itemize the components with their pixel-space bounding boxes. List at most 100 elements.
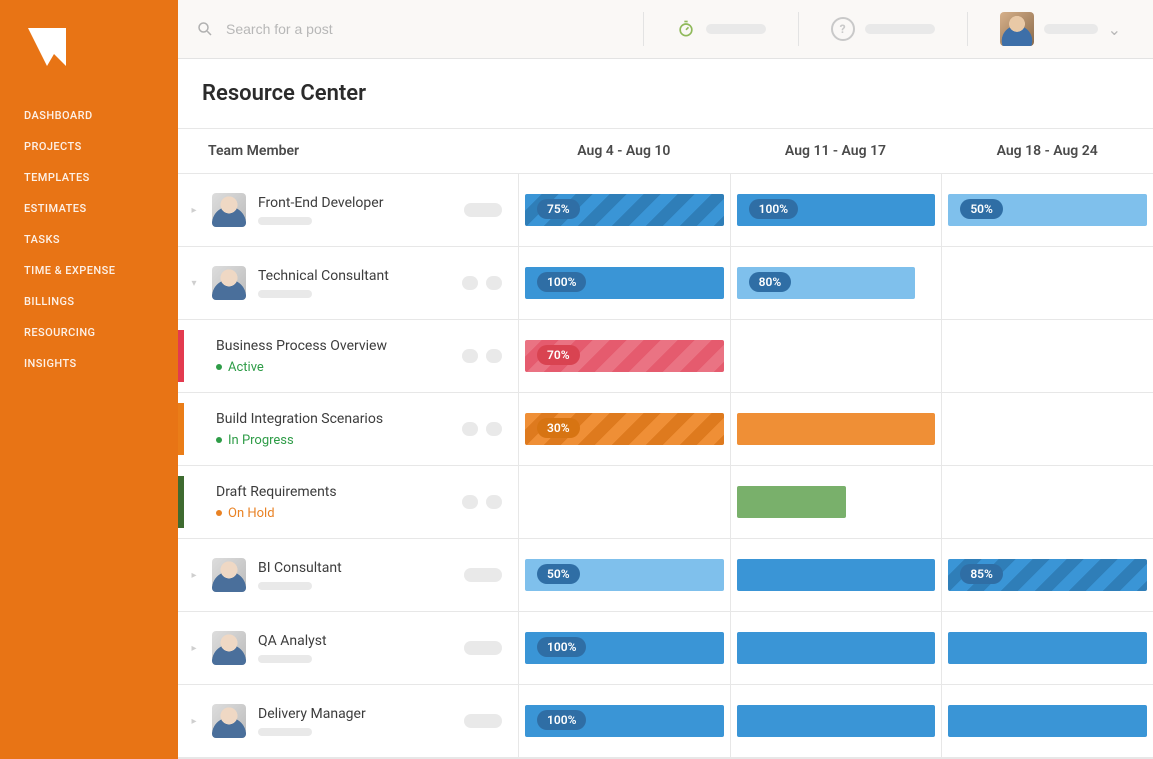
chevron-right-icon[interactable]: ▸	[188, 205, 200, 216]
placeholder-pill	[706, 24, 766, 34]
allocation-bar[interactable]: 50%	[948, 194, 1147, 226]
col-head-name: Team Member	[178, 129, 518, 173]
allocation-bar[interactable]: 30%	[525, 413, 724, 445]
search-input[interactable]	[224, 20, 488, 38]
allocation-bar[interactable]	[737, 486, 846, 518]
placeholder-pill	[464, 641, 502, 655]
member-name-cell[interactable]: ▸ Delivery Manager	[178, 685, 518, 757]
task-name-cell[interactable]: Draft RequirementsOn Hold	[178, 466, 518, 538]
sidebar-item-tasks[interactable]: TASKS	[0, 224, 178, 255]
sidebar-item-dashboard[interactable]: DASHBOARD	[0, 100, 178, 131]
allocation-bar[interactable]: 80%	[737, 267, 916, 299]
timeline-cell	[730, 320, 942, 392]
sidebar-item-billings[interactable]: BILLINGS	[0, 286, 178, 317]
sidebar-item-estimates[interactable]: ESTIMATES	[0, 193, 178, 224]
allocation-bar[interactable]	[948, 632, 1147, 664]
placeholder-pill	[462, 495, 478, 509]
placeholder-pill	[486, 349, 502, 363]
account-chunk[interactable]: ⌄	[986, 12, 1135, 46]
member-name-cell[interactable]: ▸ BI Consultant	[178, 539, 518, 611]
placeholder-pill	[258, 728, 312, 736]
placeholder-pill	[464, 714, 502, 728]
col-head-week-1: Aug 4 - Aug 10	[518, 129, 730, 173]
status-dot-icon	[216, 364, 222, 370]
avatar	[212, 704, 246, 738]
allocation-bar[interactable]: 100%	[525, 705, 724, 737]
placeholder-pill	[258, 582, 312, 590]
chevron-down-icon[interactable]: ▾	[188, 278, 200, 289]
allocation-bar[interactable]	[737, 705, 936, 737]
placeholder-pill	[258, 217, 312, 225]
allocation-bar[interactable]: 50%	[525, 559, 724, 591]
help-chunk[interactable]: ?	[817, 17, 949, 41]
timeline-cell	[730, 612, 942, 684]
status-dot-icon	[216, 437, 222, 443]
accent-bar	[178, 403, 184, 455]
status-text: Active	[228, 360, 264, 375]
page-title: Resource Center	[202, 81, 1153, 106]
resource-row: ▸ Front-End Developer 75% 100% 50%	[178, 174, 1153, 247]
timer-chunk[interactable]	[662, 19, 780, 39]
help-icon: ?	[831, 17, 855, 41]
name-lines: BI Consultant	[258, 560, 452, 590]
timeline-cell: 100%	[518, 685, 730, 757]
status-text: In Progress	[228, 433, 294, 448]
avatar	[1000, 12, 1034, 46]
chevron-right-icon[interactable]: ▸	[188, 570, 200, 581]
allocation-bar[interactable]: 100%	[525, 267, 724, 299]
brand-logo	[24, 24, 70, 70]
page: Resource Center Team Member Aug 4 - Aug …	[178, 59, 1153, 759]
divider	[643, 12, 644, 46]
timeline-cell	[941, 247, 1153, 319]
row-actions	[462, 276, 502, 290]
member-name: Front-End Developer	[258, 195, 452, 211]
member-name-cell[interactable]: ▾ Technical Consultant	[178, 247, 518, 319]
resource-row: ▸ BI Consultant 50% 85%	[178, 539, 1153, 612]
grid-body: ▸ Front-End Developer 75% 100% 50% ▾ Technical…	[178, 174, 1153, 758]
timeline-cell: 30%	[518, 393, 730, 465]
chevron-right-icon[interactable]: ▸	[188, 716, 200, 727]
status: On Hold	[216, 506, 450, 521]
status-text: On Hold	[228, 506, 275, 521]
allocation-bar[interactable]	[737, 559, 936, 591]
row-actions	[464, 203, 502, 217]
row-actions	[462, 495, 502, 509]
name-lines: Draft RequirementsOn Hold	[216, 484, 450, 521]
allocation-bar[interactable]	[737, 413, 936, 445]
sidebar-item-templates[interactable]: TEMPLATES	[0, 162, 178, 193]
timeline-cell	[941, 393, 1153, 465]
chevron-right-icon[interactable]: ▸	[188, 643, 200, 654]
search	[196, 20, 625, 38]
resource-row: Build Integration ScenariosIn Progress30…	[178, 393, 1153, 466]
task-name: Business Process Overview	[216, 338, 450, 354]
allocation-bar[interactable]: 85%	[948, 559, 1147, 591]
sidebar-item-resourcing[interactable]: RESOURCING	[0, 317, 178, 348]
app-root: DASHBOARD PROJECTS TEMPLATES ESTIMATES T…	[0, 0, 1153, 759]
task-name-cell[interactable]: Business Process Overview Active	[178, 320, 518, 392]
name-lines: QA Analyst	[258, 633, 452, 663]
placeholder-pill	[486, 276, 502, 290]
sidebar-item-time[interactable]: TIME & EXPENSE	[0, 255, 178, 286]
member-name: Delivery Manager	[258, 706, 452, 722]
member-name-cell[interactable]: ▸ QA Analyst	[178, 612, 518, 684]
allocation-bar[interactable]: 100%	[525, 632, 724, 664]
placeholder-pill	[1044, 24, 1098, 34]
utilization-badge: 80%	[749, 272, 792, 292]
allocation-bar[interactable]: 100%	[737, 194, 936, 226]
sidebar-item-projects[interactable]: PROJECTS	[0, 131, 178, 162]
member-name: Technical Consultant	[258, 268, 450, 284]
row-actions	[464, 568, 502, 582]
accent-bar	[178, 330, 184, 382]
allocation-bar[interactable]	[737, 632, 936, 664]
sidebar-item-insights[interactable]: INSIGHTS	[0, 348, 178, 379]
name-lines: Technical Consultant	[258, 268, 450, 298]
allocation-bar[interactable]: 75%	[525, 194, 724, 226]
allocation-bar[interactable]: 70%	[525, 340, 724, 372]
utilization-badge: 100%	[537, 710, 586, 730]
task-name-cell[interactable]: Build Integration ScenariosIn Progress	[178, 393, 518, 465]
allocation-bar[interactable]	[948, 705, 1147, 737]
member-name-cell[interactable]: ▸ Front-End Developer	[178, 174, 518, 246]
resource-row: ▸ Delivery Manager 100%	[178, 685, 1153, 758]
avatar	[212, 193, 246, 227]
topbar: ? ⌄	[178, 0, 1153, 59]
